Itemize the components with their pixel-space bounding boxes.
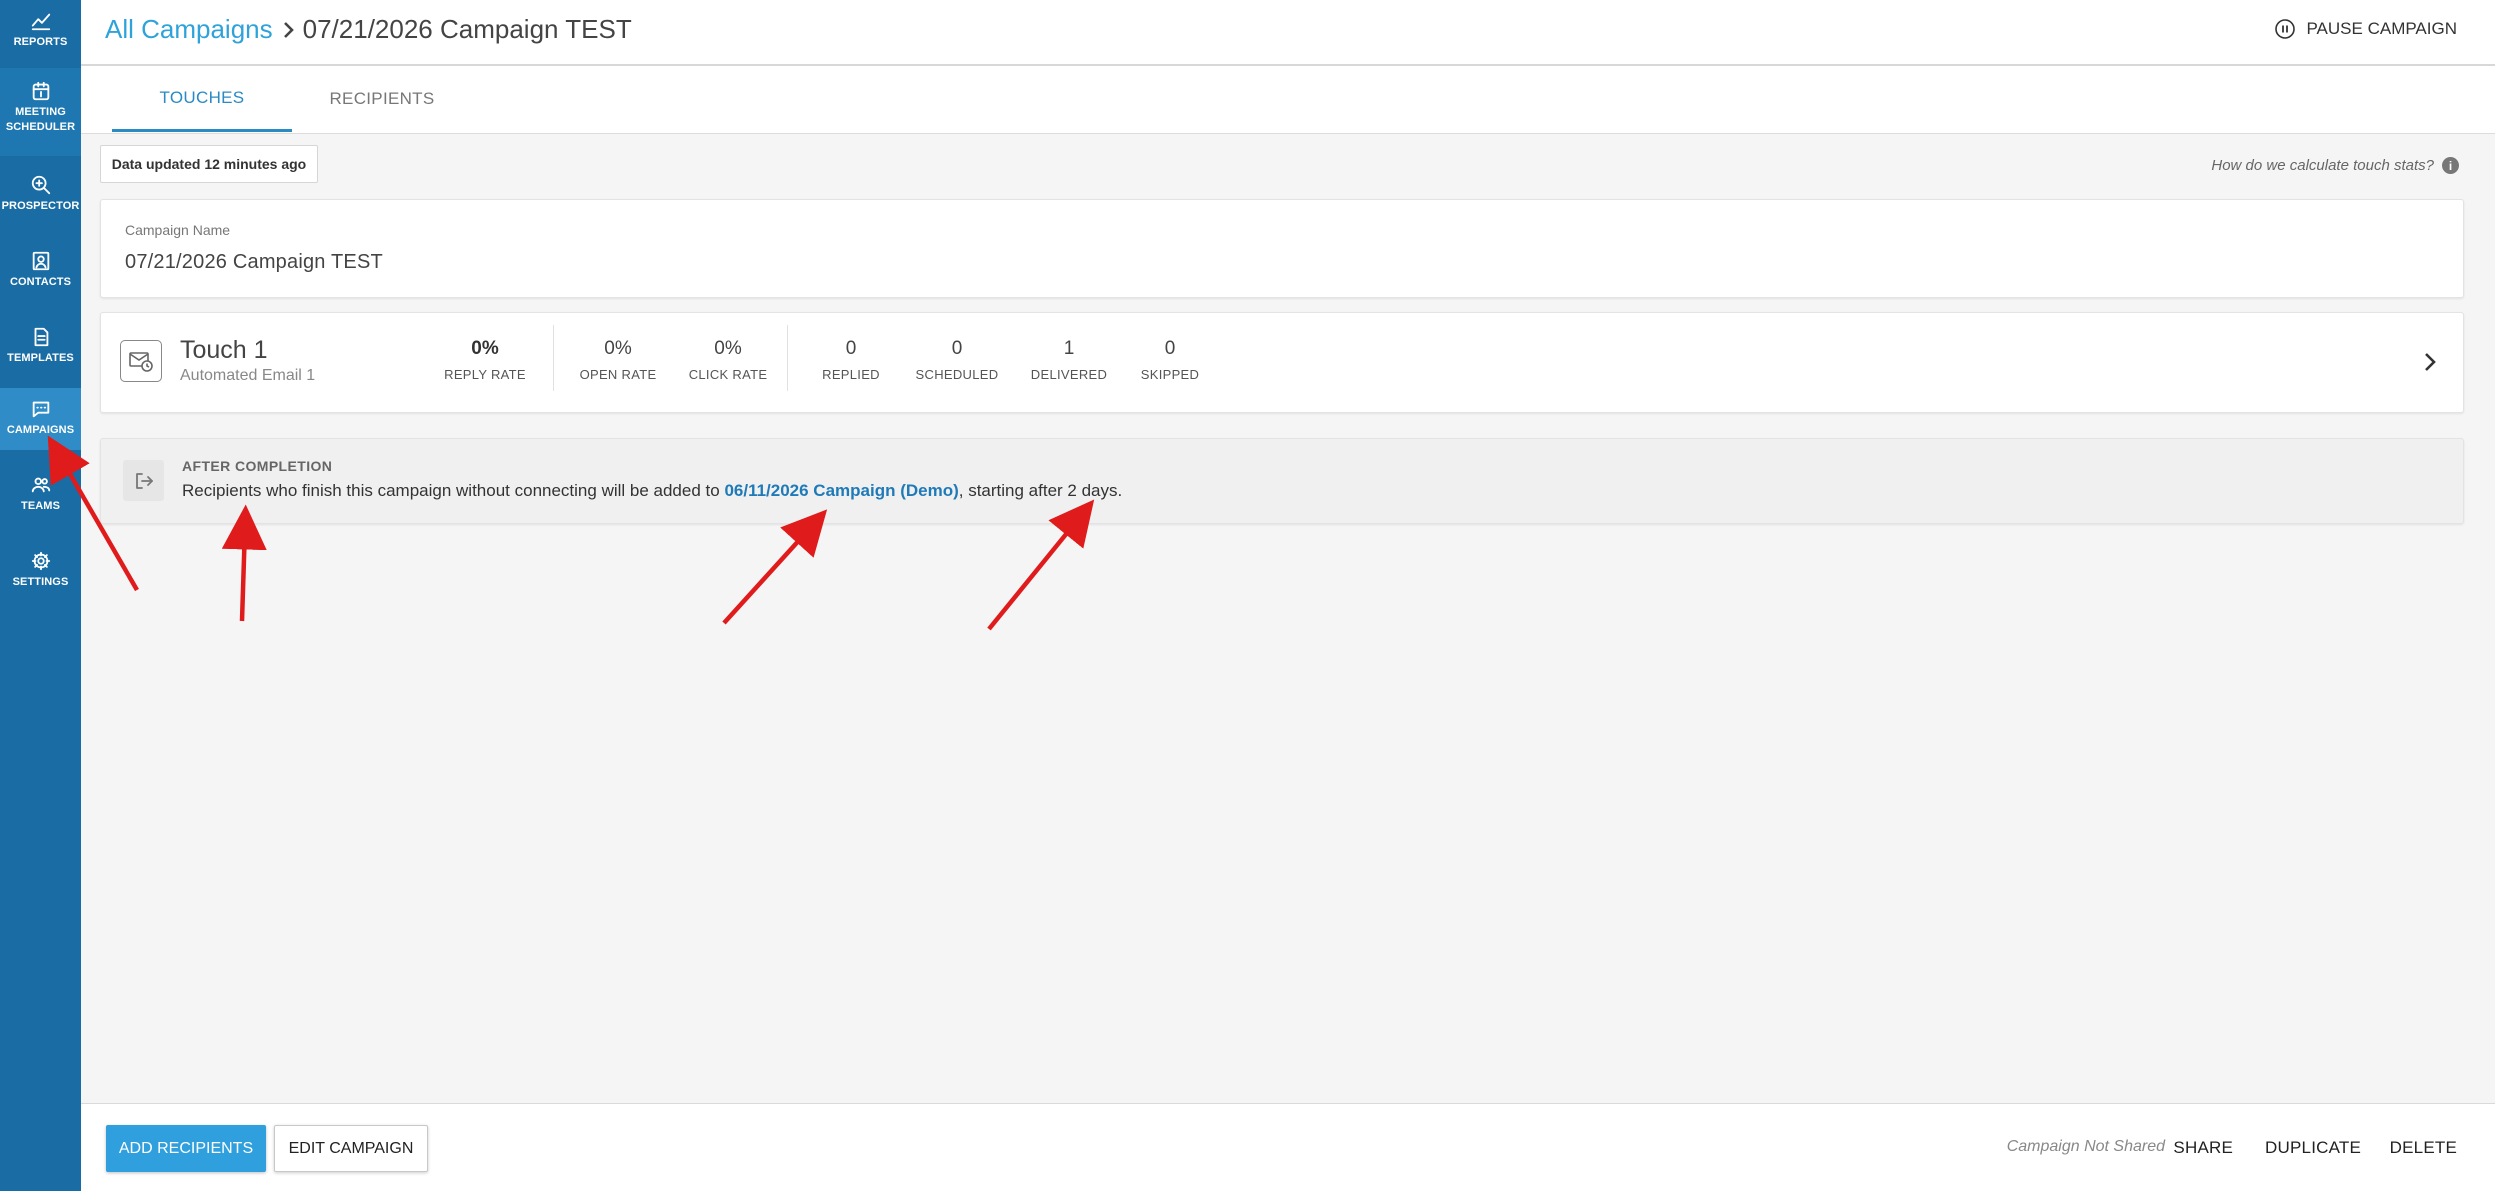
stat-value: 0 xyxy=(1164,338,1176,359)
document-icon xyxy=(34,327,48,347)
tab-recipients[interactable]: RECIPIENTS xyxy=(292,66,472,132)
touch-stats-help-label: How do we calculate touch stats? xyxy=(2211,157,2434,174)
divider xyxy=(787,325,788,391)
after-completion-text: Recipients who finish this campaign with… xyxy=(182,481,1122,501)
delete-button[interactable]: DELETE xyxy=(2390,1138,2457,1158)
sidebar-item-label: REPORTS xyxy=(13,36,68,48)
main-content: All Campaigns 07/21/2026 Campaign TEST P… xyxy=(81,0,2495,1191)
pause-campaign-button[interactable]: PAUSE CAMPAIGN xyxy=(2274,18,2457,40)
stat-label: SKIPPED xyxy=(1140,367,1200,382)
gear-icon xyxy=(31,551,50,571)
scheduled-stat: 0 SCHEDULED xyxy=(901,338,1013,382)
campaign-name-label: Campaign Name xyxy=(125,222,231,238)
sidebar-item-contacts[interactable]: CONTACTS xyxy=(0,246,81,310)
chevron-right-icon[interactable] xyxy=(2419,349,2441,375)
divider xyxy=(553,325,554,391)
sidebar-item-reports[interactable]: REPORTS xyxy=(0,0,81,66)
sidebar-item-prospector[interactable]: PROSPECTOR xyxy=(0,170,81,234)
delivered-stat: 1 DELIVERED xyxy=(1013,338,1125,382)
next-campaign-link[interactable]: 06/11/2026 Campaign (Demo) xyxy=(724,481,958,500)
contact-card-icon xyxy=(32,251,49,271)
people-icon xyxy=(31,477,50,493)
replied-stat: 0 REPLIED xyxy=(801,338,901,382)
stat-label: SCHEDULED xyxy=(915,367,999,382)
sidebar-item-teams[interactable]: TEAMS xyxy=(0,468,81,532)
touch-title: Touch 1 xyxy=(180,336,268,364)
stat-value: 0 xyxy=(951,338,963,359)
stat-value: 0% xyxy=(604,338,632,359)
after-completion-card: AFTER COMPLETION Recipients who finish t… xyxy=(100,438,2464,524)
breadcrumb-all-campaigns-link[interactable]: All Campaigns xyxy=(105,14,273,45)
data-updated-badge: Data updated 12 minutes ago xyxy=(100,145,318,183)
tab-touches[interactable]: TOUCHES xyxy=(112,66,292,132)
share-button[interactable]: SHARE xyxy=(2173,1138,2233,1158)
stat-value: 0% xyxy=(714,338,742,359)
touch-subtitle: Automated Email 1 xyxy=(180,367,316,384)
sidebar-item-label: PROSPECTOR xyxy=(1,200,80,212)
tab-bar: TOUCHES RECIPIENTS xyxy=(81,66,2495,134)
open-rate-stat: 0% OPEN RATE xyxy=(563,338,673,382)
info-icon: i xyxy=(2442,157,2459,174)
page-title: 07/21/2026 Campaign TEST xyxy=(302,14,632,44)
stat-label: OPEN RATE xyxy=(579,367,657,382)
calendar-icon xyxy=(32,81,49,101)
pause-campaign-label: PAUSE CAMPAIGN xyxy=(2306,19,2457,38)
campaign-name-value: 07/21/2026 Campaign TEST xyxy=(125,251,383,273)
sidebar-item-label: TEAMS xyxy=(21,500,60,512)
skipped-stat: 0 SKIPPED xyxy=(1125,338,1215,382)
pause-circle-icon xyxy=(2275,19,2296,39)
after-completion-text-after: , starting after 2 days. xyxy=(958,481,1123,500)
touch-row[interactable]: Touch 1 Automated Email 1 0% REPLY RATE … xyxy=(100,312,2464,413)
stat-value: 0 xyxy=(845,338,857,359)
breadcrumb: All Campaigns 07/21/2026 Campaign TEST xyxy=(105,14,632,45)
chevron-right-icon xyxy=(281,21,297,39)
sidebar-item-label: CONTACTS xyxy=(9,276,72,288)
chart-line-icon xyxy=(31,13,50,31)
sidebar-nav: REPORTS MEETING SCHEDULER PROSPECTOR CON… xyxy=(0,0,81,1191)
edit-campaign-button[interactable]: EDIT CAMPAIGN xyxy=(274,1125,428,1172)
stat-label: REPLY RATE xyxy=(444,367,526,382)
sidebar-item-meeting-scheduler[interactable]: MEETING SCHEDULER xyxy=(0,68,81,156)
stat-label: REPLIED xyxy=(822,367,880,382)
duplicate-button[interactable]: DUPLICATE xyxy=(2265,1138,2361,1158)
exit-arrow-icon xyxy=(123,460,164,501)
click-rate-stat: 0% CLICK RATE xyxy=(673,338,783,382)
sidebar-item-label: MEETING SCHEDULER xyxy=(5,106,76,133)
sidebar-item-label: SETTINGS xyxy=(12,576,69,588)
stat-label: DELIVERED xyxy=(1030,367,1108,382)
sidebar-item-templates[interactable]: TEMPLATES xyxy=(0,320,81,384)
stat-value: 0% xyxy=(471,338,499,359)
reply-rate-stat: 0% REPLY RATE xyxy=(429,338,541,382)
sidebar-item-label: TEMPLATES xyxy=(7,352,74,364)
after-completion-heading: AFTER COMPLETION xyxy=(182,458,333,474)
page-header: All Campaigns 07/21/2026 Campaign TEST P… xyxy=(81,0,2495,66)
magnifier-plus-icon xyxy=(31,175,50,195)
sidebar-item-settings[interactable]: SETTINGS xyxy=(0,546,81,610)
stat-label: CLICK RATE xyxy=(688,367,768,382)
campaign-name-card: Campaign Name 07/21/2026 Campaign TEST xyxy=(100,199,2464,298)
chat-bubble-icon xyxy=(32,401,49,418)
sidebar-item-campaigns[interactable]: CAMPAIGNS xyxy=(0,388,81,450)
email-schedule-icon xyxy=(120,340,162,382)
stat-value: 1 xyxy=(1063,338,1075,359)
sidebar-item-label: CAMPAIGNS xyxy=(6,424,75,436)
add-recipients-button[interactable]: ADD RECIPIENTS xyxy=(106,1125,266,1172)
touch-stats-help-link[interactable]: How do we calculate touch stats? i xyxy=(2211,157,2459,174)
after-completion-text-before: Recipients who finish this campaign with… xyxy=(182,481,725,500)
footer-bar: ADD RECIPIENTS EDIT CAMPAIGN Campaign No… xyxy=(81,1103,2495,1191)
share-status-text: Campaign Not Shared xyxy=(2006,1138,2165,1155)
